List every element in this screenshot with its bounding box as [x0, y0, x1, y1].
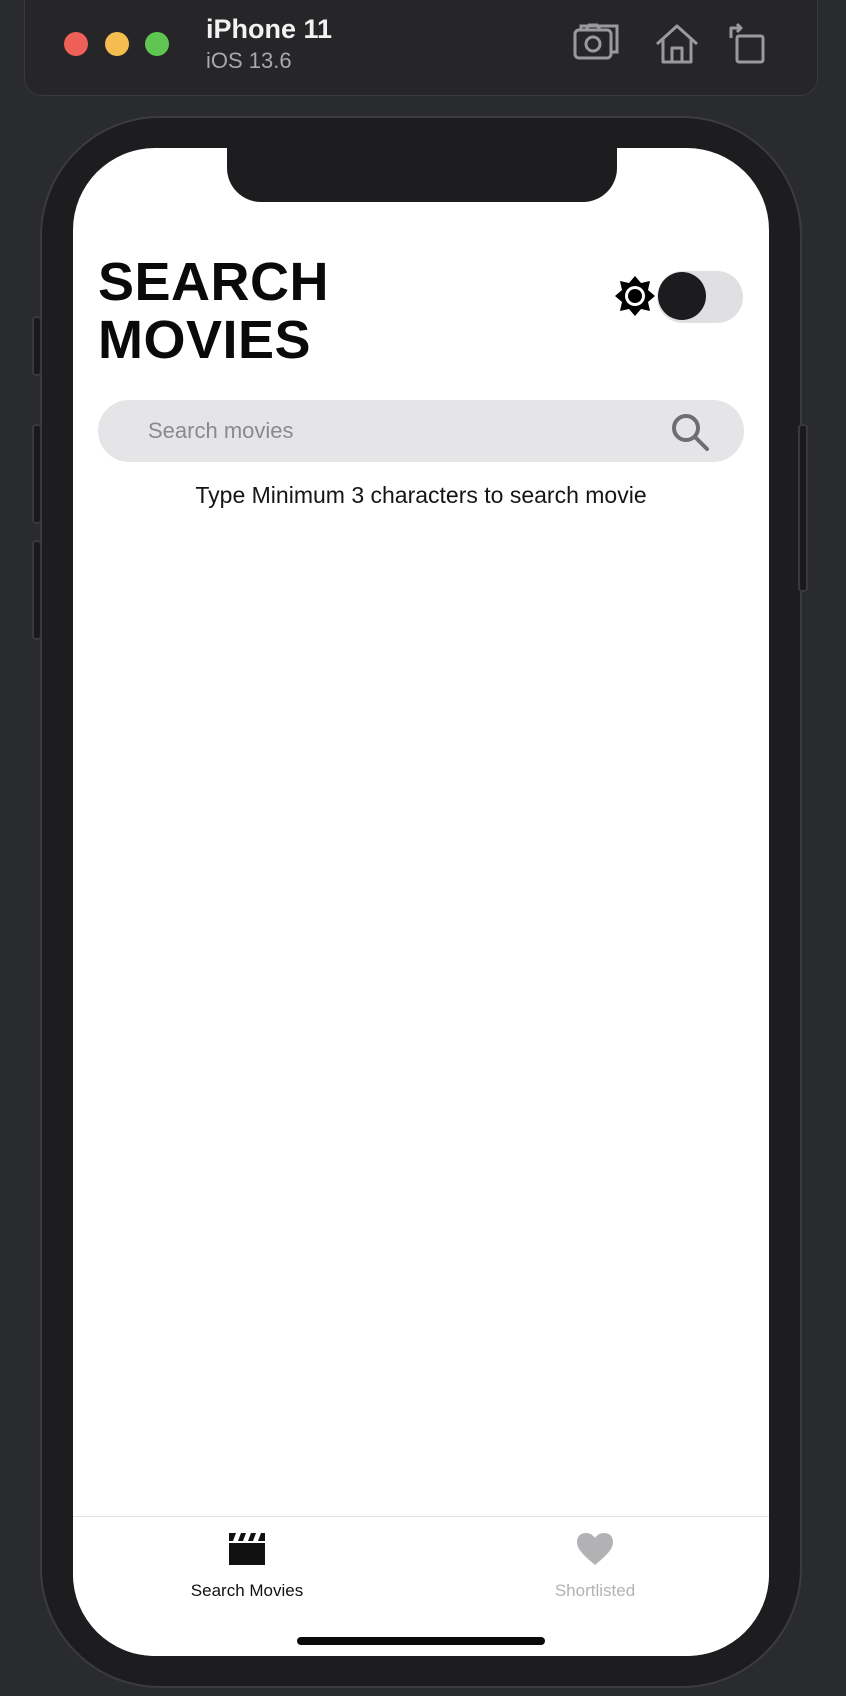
volume-up-button [32, 424, 42, 524]
rotate-icon[interactable] [725, 22, 773, 66]
home-indicator [297, 1637, 545, 1645]
tab-search-movies-label: Search Movies [190, 1581, 304, 1600]
mute-switch [32, 316, 42, 376]
page-title-line2: MOVIES [98, 310, 312, 370]
zoom-window-button[interactable] [145, 32, 169, 56]
device-name: iPhone 11 [206, 14, 333, 44]
search-bar[interactable] [98, 400, 744, 462]
tab-shortlisted[interactable]: Shortlisted [485, 1531, 705, 1601]
brightness-icon [614, 275, 656, 317]
page-title-line1: SEARCH [98, 252, 330, 312]
minimize-window-button[interactable] [105, 32, 129, 56]
notch [227, 148, 617, 202]
tab-search-movies[interactable]: Search Movies [137, 1531, 357, 1601]
power-button [798, 424, 808, 592]
search-icon[interactable] [670, 412, 710, 452]
page-title: SEARCH MOVIES [98, 253, 378, 369]
search-hint: Type Minimum 3 characters to search movi… [195, 482, 647, 508]
heart-icon [575, 1531, 615, 1567]
clapperboard-icon [227, 1531, 267, 1567]
search-input[interactable] [148, 408, 648, 454]
tab-shortlisted-label: Shortlisted [554, 1581, 636, 1600]
tab-bar: Search Movies Shortlisted [73, 1516, 769, 1656]
simulator-toolbar: iPhone 11 iOS 13.6 [24, 0, 818, 96]
volume-down-button [32, 540, 42, 640]
close-window-button[interactable] [64, 32, 88, 56]
app-screen: SEARCH MOVIES Type Minimum 3 characters … [73, 148, 769, 1656]
dark-mode-toggle[interactable] [657, 271, 743, 323]
os-version: iOS 13.6 [206, 48, 292, 73]
screenshot-icon[interactable] [573, 22, 621, 66]
home-icon[interactable] [653, 22, 701, 66]
toggle-knob [658, 272, 706, 320]
